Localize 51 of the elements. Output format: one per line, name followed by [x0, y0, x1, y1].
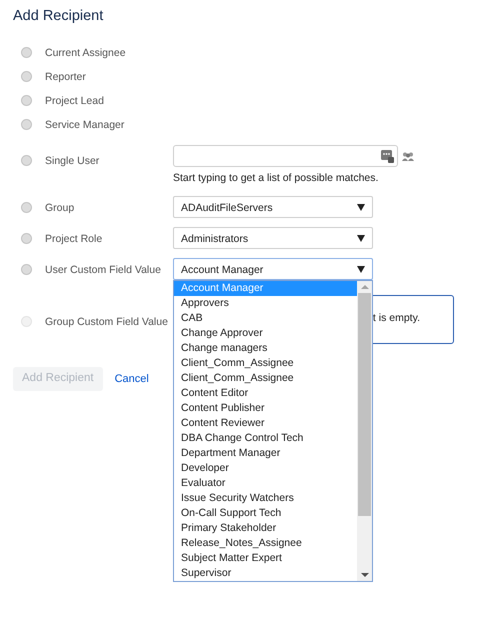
- dropdown-option[interactable]: Department Manager: [174, 446, 357, 461]
- dropdown-option[interactable]: Change Approver: [174, 326, 357, 341]
- option-label: Project Lead: [45, 94, 104, 110]
- option-label: Reporter: [45, 70, 86, 86]
- radio-button[interactable]: [21, 71, 32, 82]
- option-label: Single User: [45, 154, 100, 169]
- caret-icon: [357, 204, 365, 210]
- dropdown-option[interactable]: Approvers: [174, 296, 357, 311]
- caret-icon: [357, 234, 365, 242]
- radio-button[interactable]: [21, 119, 32, 130]
- radio-button[interactable]: [21, 202, 32, 213]
- select-field[interactable]: Administrators: [173, 227, 373, 249]
- radio-button[interactable]: [21, 233, 32, 244]
- dropdown-option[interactable]: Subject Matter Expert: [174, 551, 357, 566]
- cancel-link[interactable]: Cancel: [114, 370, 149, 388]
- dropdown-option[interactable]: Release_Notes_Assignee: [174, 536, 357, 551]
- dropdown-option[interactable]: On-Call Support Tech: [174, 506, 357, 521]
- dropdown-option[interactable]: Primary Stakeholder: [174, 521, 357, 536]
- radio-button[interactable]: [21, 47, 32, 58]
- scrollbar-thumb[interactable]: [358, 293, 371, 516]
- user-field[interactable]: [173, 145, 398, 167]
- dropdown-option[interactable]: Content Reviewer: [174, 416, 357, 431]
- option-label: Group: [45, 201, 74, 216]
- dropdown-option[interactable]: Developer: [174, 461, 357, 476]
- caret-icon: [357, 266, 365, 272]
- select-field[interactable]: ADAuditFileServers: [173, 196, 373, 218]
- dropdown-option[interactable]: Content Publisher: [174, 401, 357, 416]
- option-label: Service Manager: [45, 118, 124, 134]
- select-field[interactable]: Account Manager: [173, 258, 373, 280]
- dropdown-option[interactable]: Client_Comm_Assignee: [174, 371, 357, 386]
- dropdown-option[interactable]: Issue Security Watchers: [174, 491, 357, 506]
- radio-button[interactable]: [21, 155, 32, 166]
- dropdown-option[interactable]: Content Editor: [174, 386, 357, 401]
- dropdown-option[interactable]: Supervisor: [174, 566, 357, 581]
- users-icon[interactable]: [402, 152, 414, 160]
- radio-button[interactable]: [21, 264, 32, 275]
- radio-button[interactable]: [21, 95, 32, 106]
- dropdown-option[interactable]: Change managers: [174, 341, 357, 356]
- option-label: Group Custom Field Value: [45, 315, 168, 330]
- option-label: User Custom Field Value: [45, 263, 161, 278]
- option-label: Project Role: [45, 232, 102, 247]
- dialog-title: Add Recipient: [13, 7, 104, 26]
- dropdown-option[interactable]: Evaluator: [174, 476, 357, 491]
- message-text: t is empty.: [372, 311, 420, 326]
- user-picker-icon: [381, 150, 394, 162]
- dropdown-option[interactable]: CAB: [174, 311, 357, 326]
- dropdown-option[interactable]: DBA Change Control Tech: [174, 431, 357, 446]
- dropdown-option[interactable]: Client_Comm_Assignee: [174, 356, 357, 371]
- field-hint: Start typing to get a list of possible matches.: [173, 171, 380, 186]
- scrollbar[interactable]: [357, 281, 372, 581]
- option-label: Current Assignee: [45, 46, 126, 62]
